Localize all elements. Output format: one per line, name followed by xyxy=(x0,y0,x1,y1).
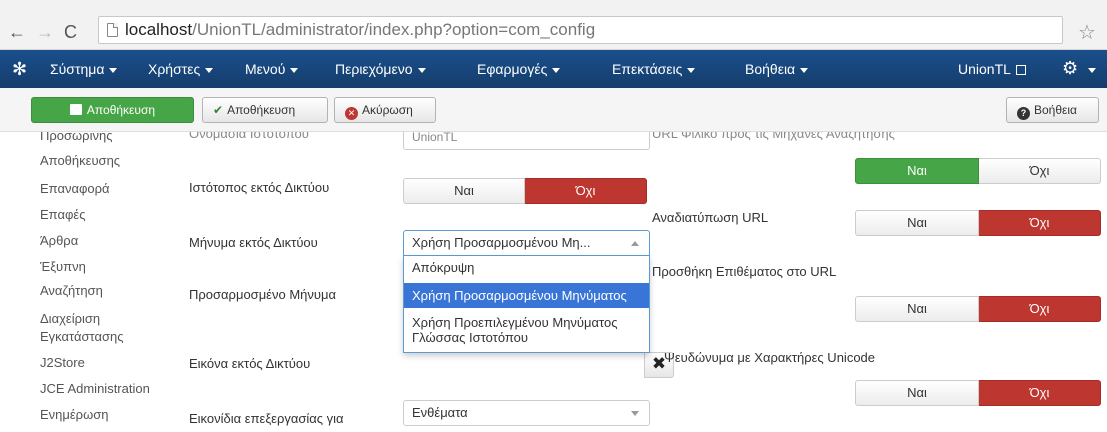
offline-no-button[interactable]: Όχι xyxy=(525,178,647,204)
external-link-icon xyxy=(1015,65,1026,75)
unicode-aliases-yes-button[interactable]: Ναι xyxy=(855,380,979,406)
gear-icon[interactable]: ⚙ xyxy=(1062,58,1078,79)
unicode-aliases-toggle: Ναι Όχι xyxy=(855,380,1101,406)
admin-navbar: ✻ Σύστημα Χρήστες Μενού Περιεχόμενο Εφαρ… xyxy=(0,50,1107,88)
url-suffix-yes-button[interactable]: Ναι xyxy=(855,296,979,322)
sidebar-item-j2store[interactable]: J2Store xyxy=(40,353,85,372)
dropdown-option-custom[interactable]: Χρήση Προσαρμοσμένου Μηνύματος xyxy=(404,283,649,308)
check-icon: ✔ xyxy=(213,103,224,117)
sidebar-item-contacts[interactable]: Επαφές xyxy=(40,205,85,224)
offline-message-label: Μήνυμα εκτός Δικτύου xyxy=(189,235,318,250)
chevron-up-icon xyxy=(631,241,639,246)
dropdown-option-default[interactable]: Χρήση Προεπιλεγμένου Μηνύματος Γλώσσας Ι… xyxy=(404,308,649,352)
site-link[interactable]: UnionTL xyxy=(958,61,1026,77)
custom-message-label: Προσαρμοσμένο Μήνυμα xyxy=(189,287,336,302)
sidebar-item-redirect[interactable]: Επαναφορά xyxy=(40,179,110,198)
sidebar-item-cache-2[interactable]: Αποθήκευσης xyxy=(40,151,120,170)
sef-no-button[interactable]: Όχι xyxy=(979,158,1101,184)
unicode-aliases-no-button[interactable]: Όχι xyxy=(979,380,1101,406)
menu-components[interactable]: Εφαρμογές xyxy=(477,61,561,77)
sidebar-item-cache[interactable]: Προσωρινής xyxy=(40,132,112,145)
offline-label: Ιστότοπος εκτός Δικτύου xyxy=(189,180,330,195)
joomla-logo-icon[interactable]: ✻ xyxy=(12,59,32,79)
sef-label: URL Φιλικό προς τις Μηχανές Αναζήτησης xyxy=(652,132,895,141)
url-rewrite-toggle: Ναι Όχι xyxy=(855,210,1101,236)
menu-menus[interactable]: Μενού xyxy=(245,61,299,77)
cancel-button[interactable]: ✕ Ακύρωση xyxy=(334,97,436,123)
edit-icons-selected: Ενθέματα xyxy=(412,405,468,420)
action-toolbar: Αποθήκευση ✔ Αποθήκευση ✕ Ακύρωση ? Βοήθεια xyxy=(0,88,1107,132)
offline-image-label: Εικόνα εκτός Δικτύου xyxy=(189,356,311,371)
url-suffix-toggle: Ναι Όχι xyxy=(855,296,1101,322)
url-suffix-no-button[interactable]: Όχι xyxy=(979,296,1101,322)
sidebar-item-installer-2[interactable]: Εγκατάστασης xyxy=(40,327,124,346)
question-circle-icon: ? xyxy=(1017,107,1030,120)
back-arrow-icon[interactable]: ← xyxy=(8,22,26,42)
offline-yes-button[interactable]: Ναι xyxy=(403,178,525,204)
page-icon xyxy=(107,23,118,37)
unicode-aliases-label: Ψευδώνυμα με Χαρακτήρες Unicode xyxy=(664,350,876,365)
url-rewrite-yes-button[interactable]: Ναι xyxy=(855,210,979,236)
menu-system[interactable]: Σύστημα xyxy=(50,61,118,77)
chevron-down-icon xyxy=(1088,68,1096,73)
url-rewrite-label: Αναδιατύπωση URL xyxy=(652,210,769,225)
sidebar-item-articles[interactable]: Άρθρα xyxy=(40,231,78,250)
sidebar-item-installer[interactable]: Διαχείριση xyxy=(40,309,100,328)
site-name-input[interactable]: UnionTL xyxy=(403,132,650,150)
menu-help[interactable]: Βοήθεια xyxy=(745,61,809,77)
save-button[interactable]: ✔ Αποθήκευση xyxy=(202,97,328,123)
reload-icon[interactable]: C xyxy=(64,22,77,42)
dropdown-option-hide[interactable]: Απόκρυψη xyxy=(404,256,649,283)
config-content: Προσωρινής Αποθήκευσης Επαναφορά Επαφές … xyxy=(0,132,1107,432)
sef-yes-button[interactable]: Ναι xyxy=(855,158,979,184)
url-suffix-label: Προσθήκη Επιθέματος στο URL xyxy=(652,264,837,279)
menu-extensions[interactable]: Επεκτάσεις xyxy=(612,61,696,77)
sidebar-item-jce[interactable]: JCE Administration xyxy=(40,379,150,398)
pencil-icon xyxy=(69,104,82,115)
save-close-button[interactable]: Αποθήκευση xyxy=(31,97,194,123)
offline-toggle: Ναι Όχι xyxy=(403,178,647,204)
browser-toolbar: ← → C localhost/UnionTL/administrator/in… xyxy=(0,0,1107,50)
bookmark-star-icon[interactable]: ☆ xyxy=(1078,20,1096,45)
forward-arrow-icon[interactable]: → xyxy=(36,22,54,42)
help-button[interactable]: ? Βοήθεια xyxy=(1006,97,1099,123)
sidebar-item-update[interactable]: Ενημέρωση xyxy=(40,405,109,424)
sidebar-item-smart-search[interactable]: Έξυπνη xyxy=(40,257,86,276)
edit-icons-label: Εικονίδια επεξεργασίας για xyxy=(189,411,344,426)
offline-message-dropdown: Απόκρυψη Χρήση Προσαρμοσμένου Μηνύματος … xyxy=(403,256,650,353)
site-name-label: Ονομασία Ιστότοπου xyxy=(189,132,309,141)
edit-icons-select[interactable]: Ενθέματα xyxy=(403,400,650,426)
offline-message-select[interactable]: Χρήση Προσαρμοσμένου Μη... xyxy=(403,230,650,256)
address-bar[interactable]: localhost/UnionTL/administrator/index.ph… xyxy=(98,16,1063,44)
cancel-circle-icon: ✕ xyxy=(345,107,358,120)
menu-users[interactable]: Χρήστες xyxy=(148,61,214,77)
offline-message-selected: Χρήση Προσαρμοσμένου Μη... xyxy=(412,235,591,250)
chevron-down-icon xyxy=(631,411,639,416)
menu-content[interactable]: Περιεχόμενο xyxy=(335,61,426,77)
sef-toggle: Ναι Όχι xyxy=(855,158,1101,184)
sidebar-item-smart-search-2[interactable]: Αναζήτηση xyxy=(40,281,103,300)
url-text: localhost/UnionTL/administrator/index.ph… xyxy=(125,20,596,39)
url-rewrite-no-button[interactable]: Όχι xyxy=(979,210,1101,236)
